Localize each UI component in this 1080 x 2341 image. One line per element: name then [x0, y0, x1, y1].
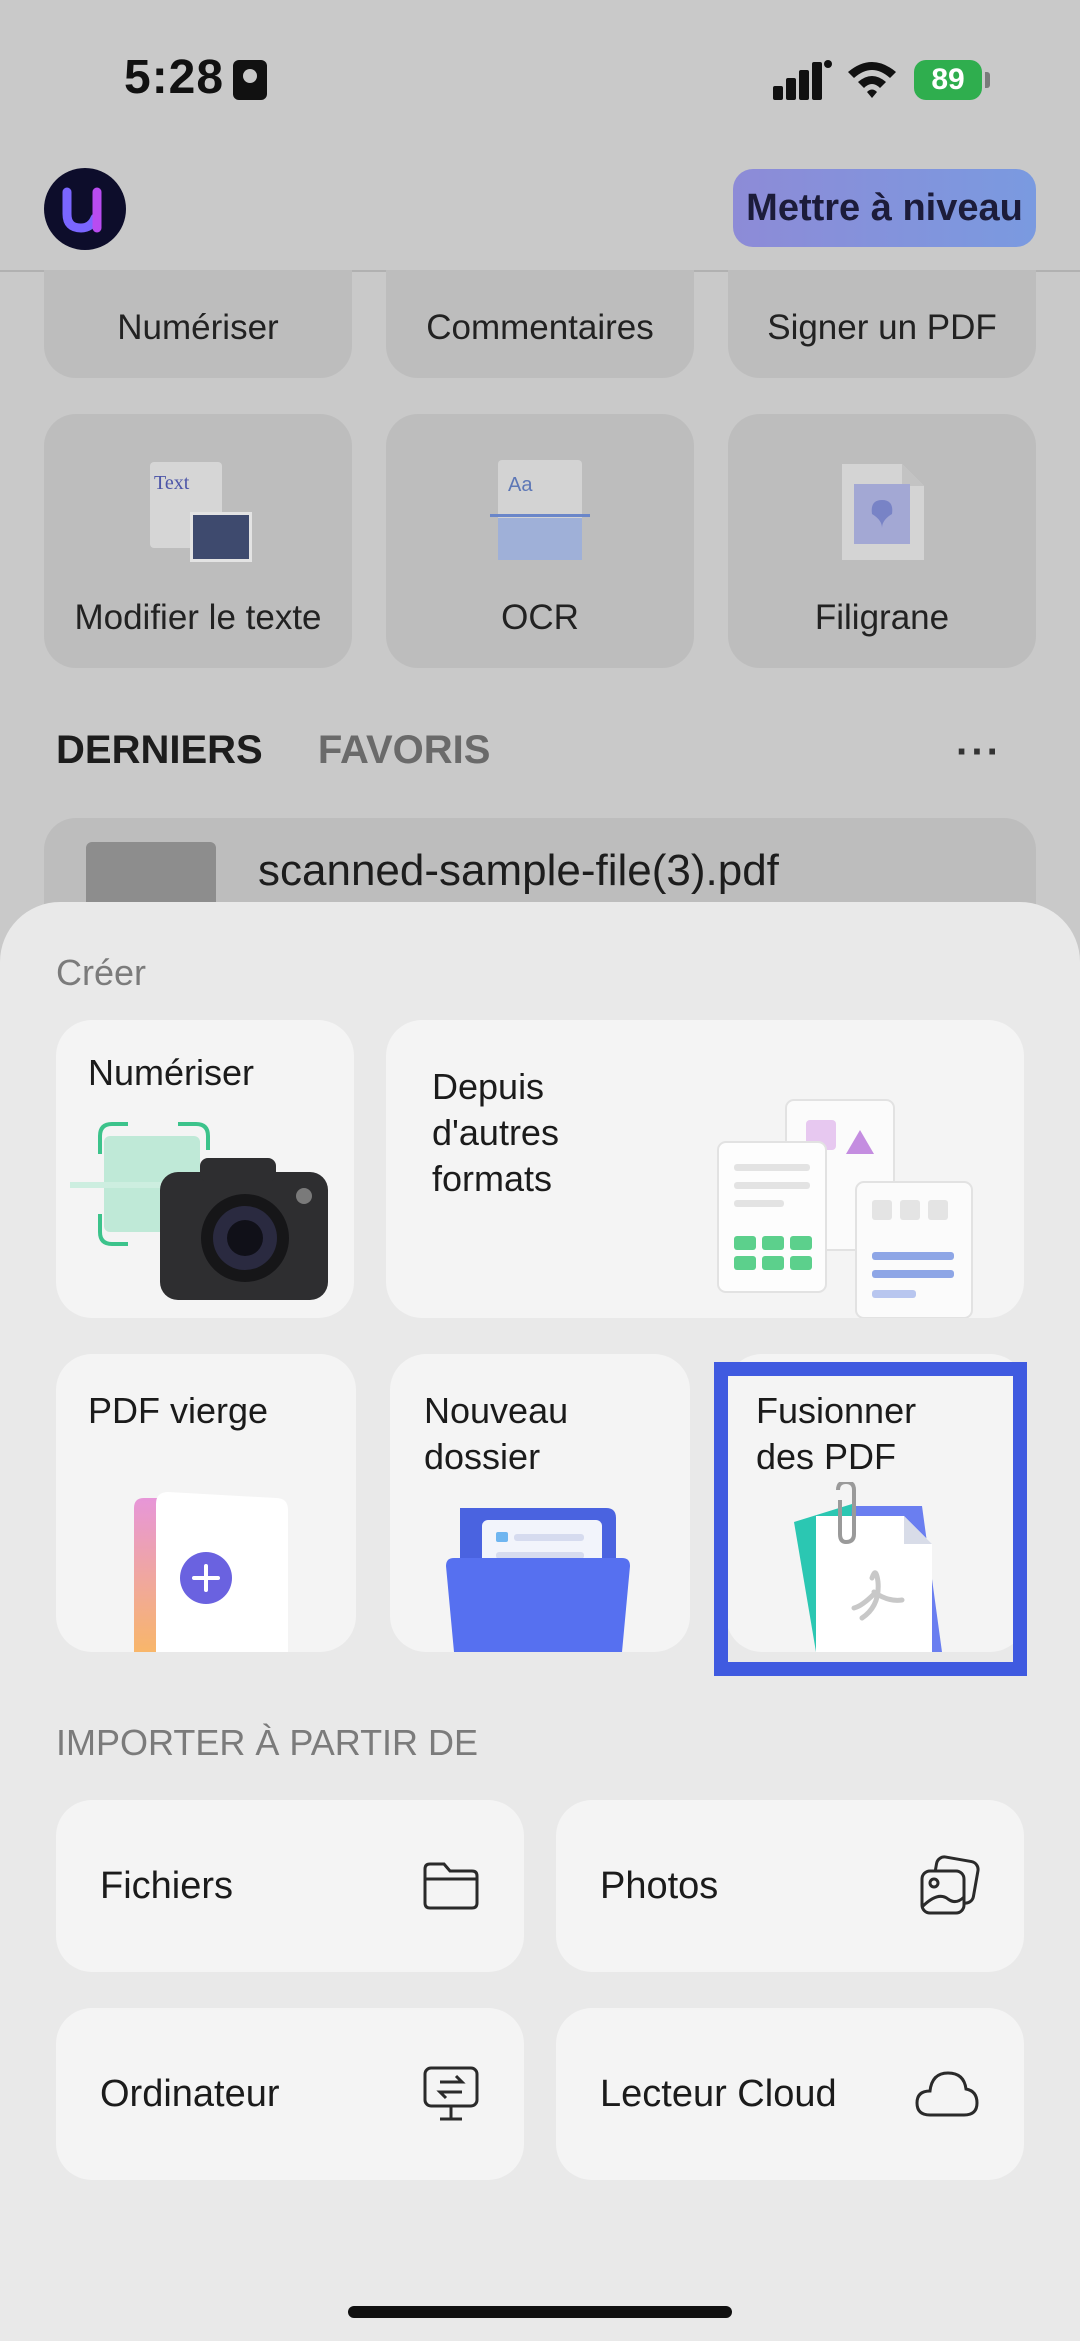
folder-add-icon: [446, 1508, 630, 1652]
merge-pdf-highlight: [714, 1362, 1027, 1676]
card-title: PDF vierge: [88, 1390, 269, 1431]
tab-favorites[interactable]: FAVORIS: [318, 728, 491, 772]
ocr-icon: Aa: [490, 460, 590, 564]
wifi-icon: [848, 62, 896, 98]
import-photos-button[interactable]: Photos: [556, 1800, 1024, 1972]
tool-label: Commentaires: [426, 308, 654, 347]
photos-icon: [920, 1855, 980, 1915]
tool-sign-pdf[interactable]: Signer un PDF: [728, 270, 1036, 378]
tab-recent[interactable]: DERNIERS: [56, 728, 263, 772]
tool-comments[interactable]: Commentaires: [386, 270, 694, 378]
more-options-button[interactable]: ···: [956, 730, 1002, 775]
battery-nub: [985, 72, 990, 88]
card-title: Numériser: [88, 1052, 255, 1093]
file-tabs: DERNIERS FAVORIS: [56, 728, 490, 773]
create-from-other-formats-card[interactable]: Depuis d'autres formats: [386, 1020, 1024, 1318]
tool-label: Numériser: [117, 308, 279, 347]
import-label: Photos: [600, 1864, 719, 1907]
create-scan-card[interactable]: Numériser: [56, 1020, 354, 1318]
app-logo[interactable]: [44, 168, 126, 250]
watermark-icon: [842, 464, 924, 560]
tool-label: Modifier le texte: [74, 598, 322, 637]
file-name: scanned-sample-file(3).pdf: [258, 846, 779, 895]
import-label: Ordinateur: [100, 2072, 280, 2115]
import-label: Lecteur Cloud: [600, 2072, 837, 2115]
tool-scan[interactable]: Numériser: [44, 270, 352, 378]
blank-pdf-icon: [134, 1492, 288, 1652]
import-files-button[interactable]: Fichiers: [56, 1800, 524, 1972]
edit-text-icon: Text: [150, 462, 252, 562]
cloud-icon: [915, 2071, 979, 2117]
id-badge-icon: [233, 60, 267, 100]
document-formats-icon: [717, 1099, 973, 1318]
signal-icon: [773, 60, 832, 100]
create-new-folder-card[interactable]: Nouveau dossier: [390, 1354, 690, 1652]
create-blank-pdf-card[interactable]: PDF vierge: [56, 1354, 356, 1652]
upgrade-button[interactable]: Mettre à niveau: [733, 169, 1036, 247]
status-time: 5:28: [124, 51, 225, 104]
home-indicator: [348, 2306, 732, 2318]
import-cloud-drive-button[interactable]: Lecteur Cloud: [556, 2008, 1024, 2180]
status-bar: 5:28 89: [0, 0, 1080, 150]
tool-label: Signer un PDF: [767, 308, 997, 347]
battery-indicator: 89: [914, 60, 982, 100]
tool-label: Filigrane: [814, 598, 950, 637]
computer-transfer-icon: [423, 2066, 479, 2121]
camera-icon: [70, 1122, 328, 1300]
tool-label: OCR: [501, 598, 579, 637]
import-label: Fichiers: [100, 1864, 234, 1907]
create-heading: Créer: [56, 952, 147, 993]
card-title: Nouveau dossier: [424, 1390, 569, 1477]
import-heading: IMPORTER À PARTIR DE: [56, 1722, 479, 1763]
folder-icon: [423, 1862, 479, 1910]
updf-logo-icon: [62, 187, 102, 233]
import-computer-button[interactable]: Ordinateur: [56, 2008, 524, 2180]
card-title: Depuis d'autres formats: [432, 1066, 559, 1199]
